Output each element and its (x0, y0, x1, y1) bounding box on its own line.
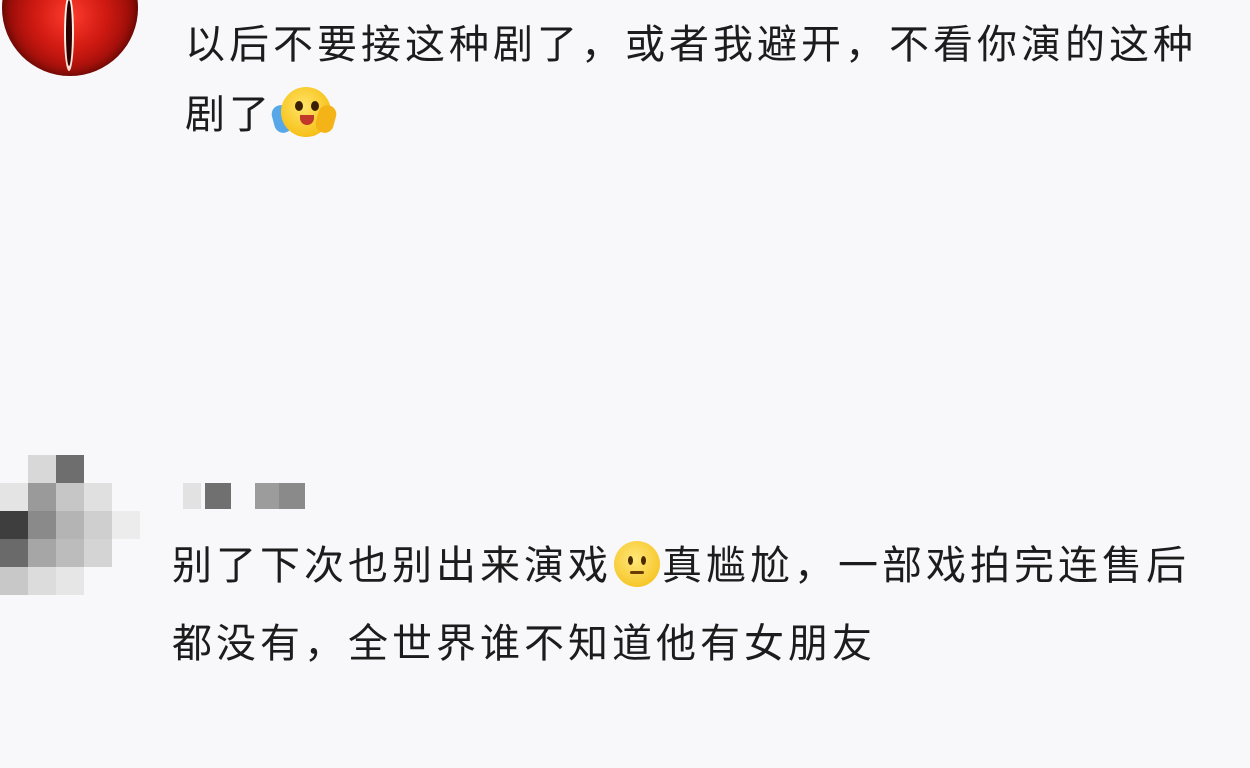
user-avatar[interactable] (0, 455, 140, 605)
comment-item: 以后不要接这种剧了，或者我避开，不看你演的这种剧了 (0, 0, 1250, 200)
user-avatar[interactable] (2, 0, 138, 76)
comment-text-part: 别了下次也别出来演戏 (172, 543, 612, 589)
hugging-face-emoji-icon (269, 83, 339, 143)
speechless-face-emoji-icon (614, 541, 660, 587)
comment-text: 以后不要接这种剧了，或者我避开，不看你演的这种剧了 (185, 10, 1225, 150)
username-blurred[interactable] (183, 483, 323, 509)
comment-item: 别了下次也别出来演戏 真尴尬，一部戏拍完连售后都没有，全世界谁不知道他有女朋友 (0, 455, 1250, 768)
comment-text: 别了下次也别出来演戏 真尴尬，一部戏拍完连售后都没有，全世界谁不知道他有女朋友 (172, 527, 1212, 683)
